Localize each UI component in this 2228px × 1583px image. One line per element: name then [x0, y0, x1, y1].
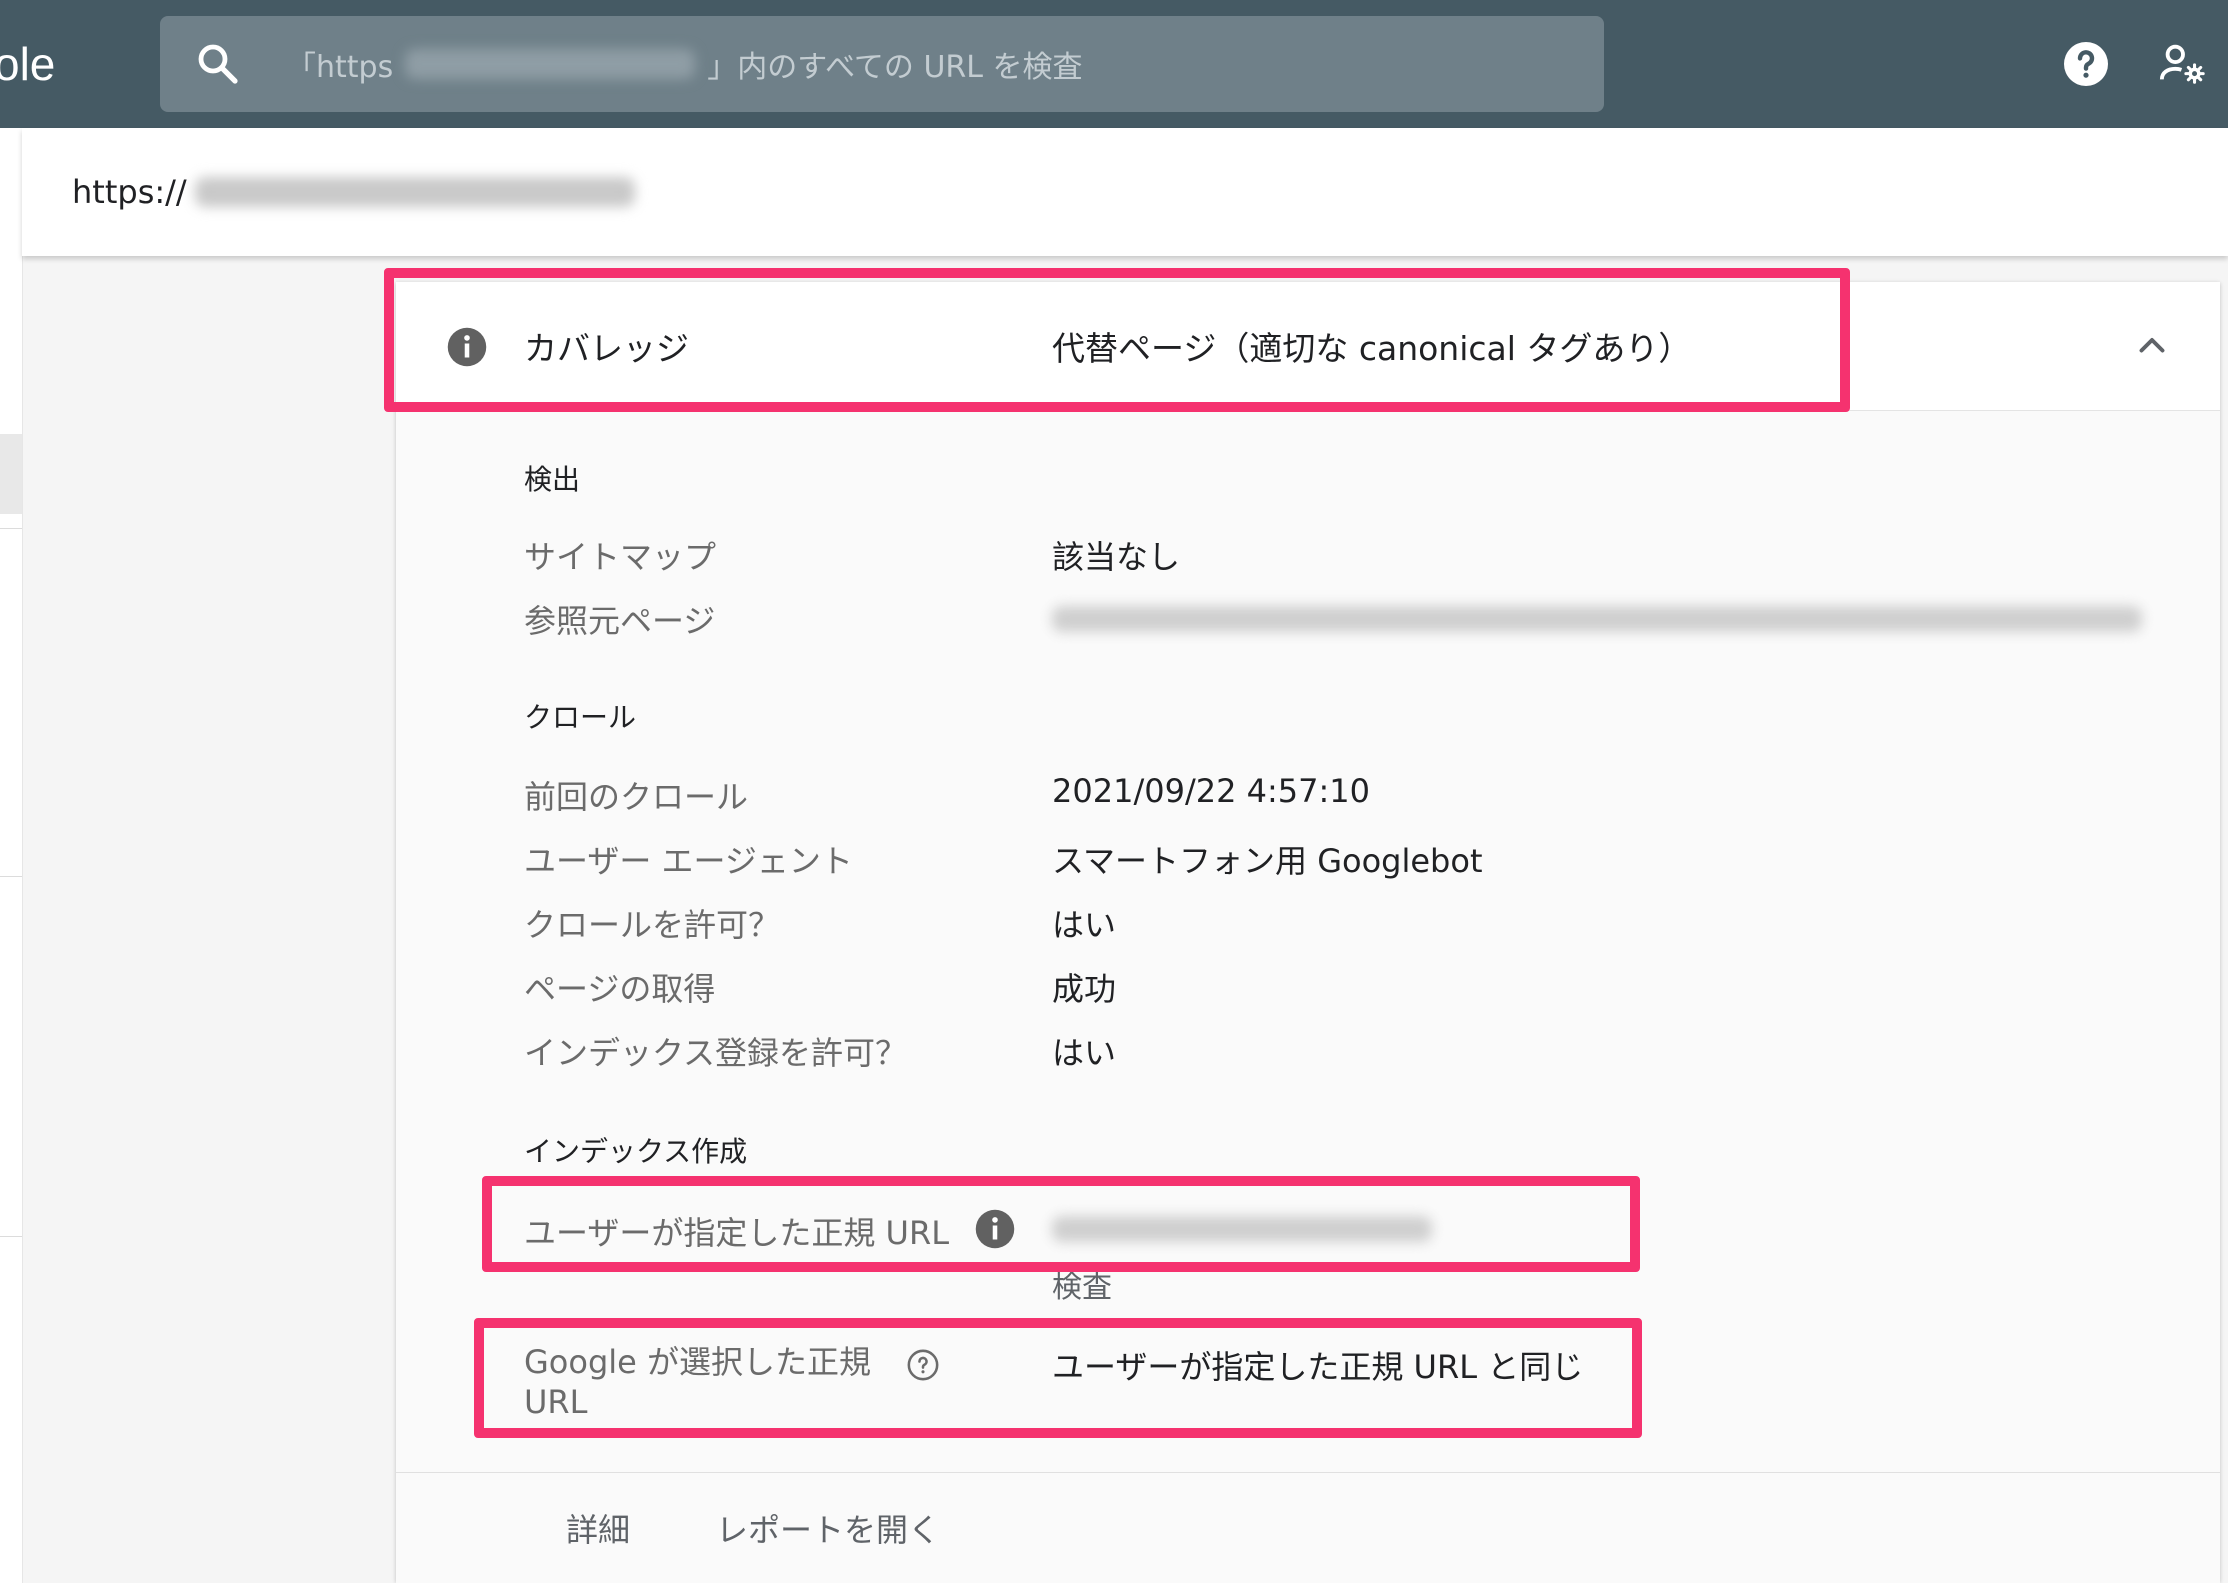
- product-logo[interactable]: ole: [0, 36, 55, 92]
- google-canonical-label-line2: URL: [524, 1383, 588, 1421]
- google-canonical-label: Google が選択した正規 URL: [524, 1342, 871, 1422]
- search-icon[interactable]: [194, 40, 242, 88]
- nav-item-selected[interactable]: [0, 434, 22, 514]
- last-crawl-value: 2021/09/22 4:57:10: [1052, 772, 1370, 810]
- left-nav-rail: [0, 128, 23, 1583]
- url-inspection-search-box[interactable]: 「https 」内のすべての URL を検査: [160, 16, 1604, 112]
- indexing-allowed-value: はい: [1052, 1034, 1117, 1072]
- search-placeholder[interactable]: 「https 」内のすべての URL を検査: [286, 16, 1083, 112]
- indexing-allowed-label: インデックス登録を許可？: [524, 1034, 908, 1072]
- inspect-link[interactable]: 検査: [1052, 1262, 1112, 1306]
- section-title-crawl: クロール: [524, 701, 637, 734]
- help-circle-icon[interactable]: [2062, 40, 2110, 88]
- user-agent-value: スマートフォン用 Googlebot: [1052, 842, 1483, 880]
- details-button[interactable]: 詳細: [566, 1505, 630, 1551]
- coverage-label: カバレッジ: [524, 329, 689, 368]
- referring-page-label: 参照元ページ: [524, 602, 716, 640]
- sitemap-label: サイトマップ: [524, 538, 717, 576]
- open-report-button[interactable]: レポートを開く: [716, 1505, 940, 1551]
- crawl-allowed-label: クロールを許可？: [524, 906, 781, 944]
- sitemap-value: 該当なし: [1052, 538, 1181, 576]
- nav-divider: [0, 1236, 22, 1237]
- google-canonical-label-line1: Google が選択した正規: [524, 1343, 872, 1381]
- search-placeholder-prefix: 「https: [286, 50, 394, 85]
- section-title-indexing: インデックス作成: [524, 1135, 748, 1168]
- info-icon[interactable]: [974, 1208, 1016, 1250]
- last-crawl-label: 前回のクロール: [524, 778, 749, 816]
- search-placeholder-suffix: 」内のすべての URL を検査: [707, 50, 1083, 85]
- redacted-user-canonical-url[interactable]: [1052, 1216, 1432, 1242]
- coverage-header[interactable]: カバレッジ 代替ページ（適切な canonical タグあり）: [396, 282, 2220, 411]
- user-canonical-label: ユーザーが指定した正規 URL: [524, 1214, 950, 1252]
- user-agent-label: ユーザー エージェント: [524, 842, 853, 880]
- section-title-discovery: 検出: [524, 463, 581, 496]
- coverage-status: 代替ページ（適切な canonical タグあり）: [1052, 329, 1692, 368]
- redacted-referring-page[interactable]: [1052, 606, 2142, 632]
- google-canonical-value: ユーザーが指定した正規 URL と同じ: [1052, 1348, 1584, 1386]
- redacted-domain: [405, 49, 696, 79]
- coverage-card: カバレッジ 代替ページ（適切な canonical タグあり） 検出 サイトマッ…: [396, 282, 2220, 1583]
- nav-divider: [0, 876, 22, 877]
- redacted-url: [194, 177, 635, 207]
- page-fetch-value: 成功: [1052, 970, 1117, 1008]
- inspected-url-bar: https://: [22, 128, 2228, 256]
- manage-accounts-icon[interactable]: [2158, 40, 2208, 88]
- nav-divider: [0, 528, 22, 529]
- help-outline-icon[interactable]: [906, 1348, 940, 1382]
- chevron-up-icon[interactable]: [2134, 328, 2170, 364]
- info-icon: [447, 327, 487, 367]
- crawl-allowed-value: はい: [1052, 906, 1117, 944]
- inspected-url-prefix: https://: [72, 173, 187, 211]
- inspected-url: https://: [72, 128, 635, 256]
- card-footer: 詳細 レポートを開く: [396, 1472, 2220, 1583]
- page-fetch-label: ページの取得: [524, 970, 716, 1008]
- top-app-bar: ole 「https 」内のすべての URL を検査: [0, 0, 2228, 128]
